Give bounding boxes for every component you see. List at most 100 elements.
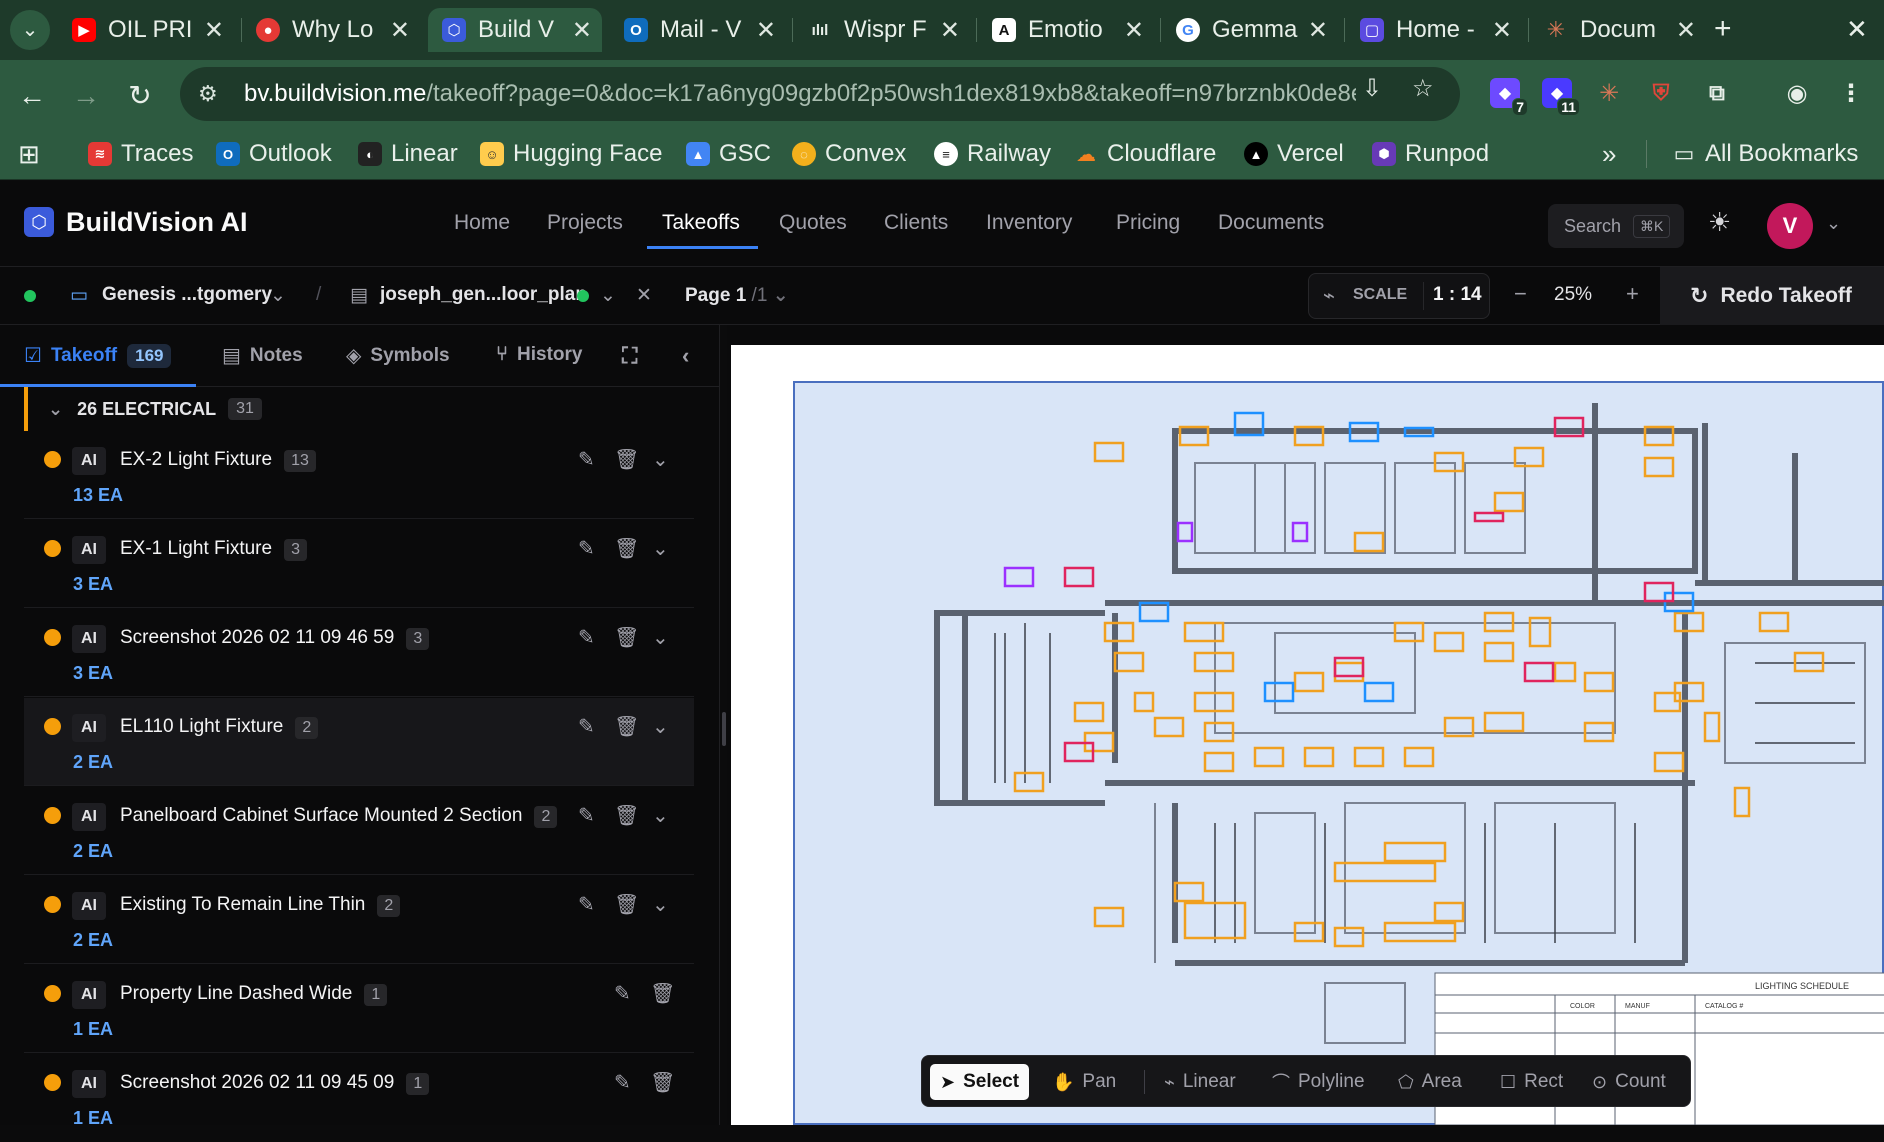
bookmark[interactable]: ≡ Railway xyxy=(934,136,1051,172)
browser-tab[interactable]: A Emotio ✕ xyxy=(978,8,1154,52)
delete-icon[interactable]: 🗑 xyxy=(650,981,675,1006)
tool-linear[interactable]: ⌁ Linear xyxy=(1154,1064,1246,1100)
brand-name[interactable]: BuildVision AI xyxy=(66,207,248,238)
nav-projects[interactable]: Projects xyxy=(547,211,623,235)
bookmark[interactable]: ⬢ Runpod xyxy=(1372,136,1489,172)
delete-icon[interactable]: 🗑 xyxy=(614,447,639,472)
takeoff-item[interactable]: AI EX-2 Light Fixture 13 13 EA ✎ 🗑 ⌄ xyxy=(24,431,694,519)
takeoff-item[interactable]: AI Panelboard Cabinet Surface Mounted 2 … xyxy=(24,787,694,875)
category-header[interactable]: ⌄ 26 ELECTRICAL 31 xyxy=(24,387,694,431)
takeoff-item[interactable]: AI Property Line Dashed Wide 1 1 EA ✎ 🗑 xyxy=(24,965,694,1053)
page-selector[interactable]: Page 1 /1 ⌄ xyxy=(685,284,789,307)
takeoff-item[interactable]: AI EL110 Light Fixture 2 2 EA ✎ 🗑 ⌄ xyxy=(24,698,694,786)
tool-rect[interactable]: ☐ Rect xyxy=(1490,1064,1573,1100)
bookmark[interactable]: ▲ Vercel xyxy=(1244,136,1344,172)
tool-pan[interactable]: ✋ Pan xyxy=(1042,1064,1126,1100)
edit-icon[interactable]: ✎ xyxy=(578,714,595,739)
tab-symbols[interactable]: ◈ Symbols xyxy=(346,343,450,368)
close-tab-icon[interactable]: ✕ xyxy=(204,16,224,45)
new-tab-button[interactable]: + xyxy=(1714,12,1732,46)
drawing-canvas[interactable]: LIGHTING SCHEDULE COLOR MANUF CATALOG # xyxy=(727,325,1884,1125)
search-button[interactable]: Search ⌘K xyxy=(1548,204,1684,248)
nav-clients[interactable]: Clients xyxy=(884,211,948,235)
project-selector[interactable]: Genesis ...tgomery xyxy=(102,284,272,306)
chevron-down-icon[interactable]: ⌄ xyxy=(652,536,669,561)
panel-resize-handle[interactable] xyxy=(722,712,726,746)
apps-grid-icon[interactable]: ⊞ xyxy=(18,136,40,172)
forward-icon[interactable]: → xyxy=(68,78,104,114)
takeoff-item[interactable]: AI Existing To Remain Line Thin 2 2 EA ✎ … xyxy=(24,876,694,964)
scale-control[interactable]: ⌁ SCALE 1 : 14 xyxy=(1308,273,1490,319)
close-tab-icon[interactable]: ✕ xyxy=(940,16,960,45)
bookmarks-overflow-icon[interactable]: » xyxy=(1602,136,1616,172)
browser-tab-active[interactable]: ⬡ Build V ✕ xyxy=(428,8,602,52)
bookmark-star-icon[interactable]: ☆ xyxy=(1412,74,1434,103)
tool-polyline[interactable]: ⌒ Polyline xyxy=(1262,1064,1375,1100)
browser-menu-icon[interactable]: ⋮ xyxy=(1836,78,1866,108)
close-tab-icon[interactable]: ✕ xyxy=(1124,16,1144,45)
chevron-down-icon[interactable]: ⌄ xyxy=(652,447,669,472)
browser-tab[interactable]: ▢ Home - ✕ xyxy=(1346,8,1522,52)
fullscreen-icon[interactable]: ⛶ xyxy=(622,343,637,369)
close-tab-icon[interactable]: ✕ xyxy=(1308,16,1328,45)
redo-takeoff-button[interactable]: ↻ Redo Takeoff xyxy=(1660,267,1884,325)
edit-icon[interactable]: ✎ xyxy=(614,981,631,1006)
chevron-down-icon[interactable]: ⌄ xyxy=(270,284,286,307)
delete-icon[interactable]: 🗑 xyxy=(614,536,639,561)
nav-takeoffs[interactable]: Takeoffs xyxy=(662,211,740,235)
bookmark[interactable]: O Outlook xyxy=(216,136,332,172)
tab-notes[interactable]: ▤ Notes xyxy=(222,343,303,368)
browser-tab[interactable]: ✳ Docum ✕ xyxy=(1530,8,1706,52)
extension-icon[interactable]: ◆ 7 xyxy=(1490,78,1528,116)
edit-icon[interactable]: ✎ xyxy=(578,536,595,561)
nav-pricing[interactable]: Pricing xyxy=(1116,211,1180,235)
site-settings-icon[interactable]: ⚙ xyxy=(198,81,224,107)
bookmark[interactable]: ≋ Traces xyxy=(88,136,193,172)
floor-plan[interactable]: LIGHTING SCHEDULE COLOR MANUF CATALOG # xyxy=(793,381,1884,1125)
browser-tab[interactable]: G Gemma ✕ xyxy=(1162,8,1338,52)
shield-extension-icon[interactable]: ⛨ xyxy=(1646,78,1676,108)
reload-icon[interactable]: ↻ xyxy=(122,78,158,114)
zoom-in-icon[interactable]: + xyxy=(1626,281,1639,307)
avatar[interactable]: V xyxy=(1767,203,1813,249)
delete-icon[interactable]: 🗑 xyxy=(614,625,639,650)
chevron-down-icon[interactable]: ⌄ xyxy=(652,625,669,650)
theme-toggle-sun-icon[interactable]: ☀ xyxy=(1708,207,1731,238)
profile-icon[interactable]: ◉ xyxy=(1782,78,1812,108)
chevron-down-icon[interactable]: ⌄ xyxy=(600,284,616,307)
edit-icon[interactable]: ✎ xyxy=(578,625,595,650)
all-bookmarks-button[interactable]: ▭ All Bookmarks xyxy=(1672,136,1859,172)
delete-icon[interactable]: 🗑 xyxy=(650,1070,675,1095)
close-tab-icon[interactable]: ✕ xyxy=(756,16,776,45)
bookmark[interactable]: ▲ GSC xyxy=(686,136,771,172)
bookmark[interactable]: ◐ Linear xyxy=(358,136,458,172)
zoom-out-icon[interactable]: − xyxy=(1514,281,1527,307)
close-tab-icon[interactable]: ✕ xyxy=(390,16,410,45)
delete-icon[interactable]: 🗑 xyxy=(614,714,639,739)
address-bar[interactable]: ⚙ bv.buildvision.me /takeoff?page=0&doc=… xyxy=(180,67,1460,121)
document-selector[interactable]: joseph_gen...loor_plan xyxy=(380,284,587,306)
nav-home[interactable]: Home xyxy=(454,211,510,235)
extensions-puzzle-icon[interactable]: ⧉ xyxy=(1702,78,1732,108)
browser-tab[interactable]: O Mail - V ✕ xyxy=(610,8,786,52)
chevron-down-icon[interactable]: ⌄ xyxy=(652,803,669,828)
extension-icon[interactable]: ◆ 11 xyxy=(1542,78,1580,116)
tab-history[interactable]: ⑂ History xyxy=(496,343,582,366)
buildvision-logo-icon[interactable]: ⬡ xyxy=(24,207,54,237)
browser-tab[interactable]: ● Why Lo ✕ xyxy=(242,8,420,52)
claude-extension-icon[interactable]: ✳ xyxy=(1594,78,1624,108)
bookmark[interactable]: ◌ Convex xyxy=(792,136,906,172)
tool-count[interactable]: ⊙ Count xyxy=(1582,1064,1676,1100)
edit-icon[interactable]: ✎ xyxy=(578,447,595,472)
tab-takeoff[interactable]: ☑ Takeoff 169 xyxy=(24,343,172,368)
browser-tab[interactable]: ▶ OIL PRI ✕ xyxy=(58,8,234,52)
chevron-down-icon[interactable]: ⌄ xyxy=(1826,213,1841,234)
edit-icon[interactable]: ✎ xyxy=(578,803,595,828)
delete-icon[interactable]: 🗑 xyxy=(614,892,639,917)
tab-search-button[interactable]: ⌄ xyxy=(10,10,50,50)
nav-inventory[interactable]: Inventory xyxy=(986,211,1072,235)
edit-icon[interactable]: ✎ xyxy=(578,892,595,917)
bookmark[interactable]: ☺ Hugging Face xyxy=(480,136,662,172)
takeoff-item[interactable]: AI Screenshot 2026 02 11 09 45 09 1 1 EA … xyxy=(24,1054,694,1142)
edit-icon[interactable]: ✎ xyxy=(614,1070,631,1095)
